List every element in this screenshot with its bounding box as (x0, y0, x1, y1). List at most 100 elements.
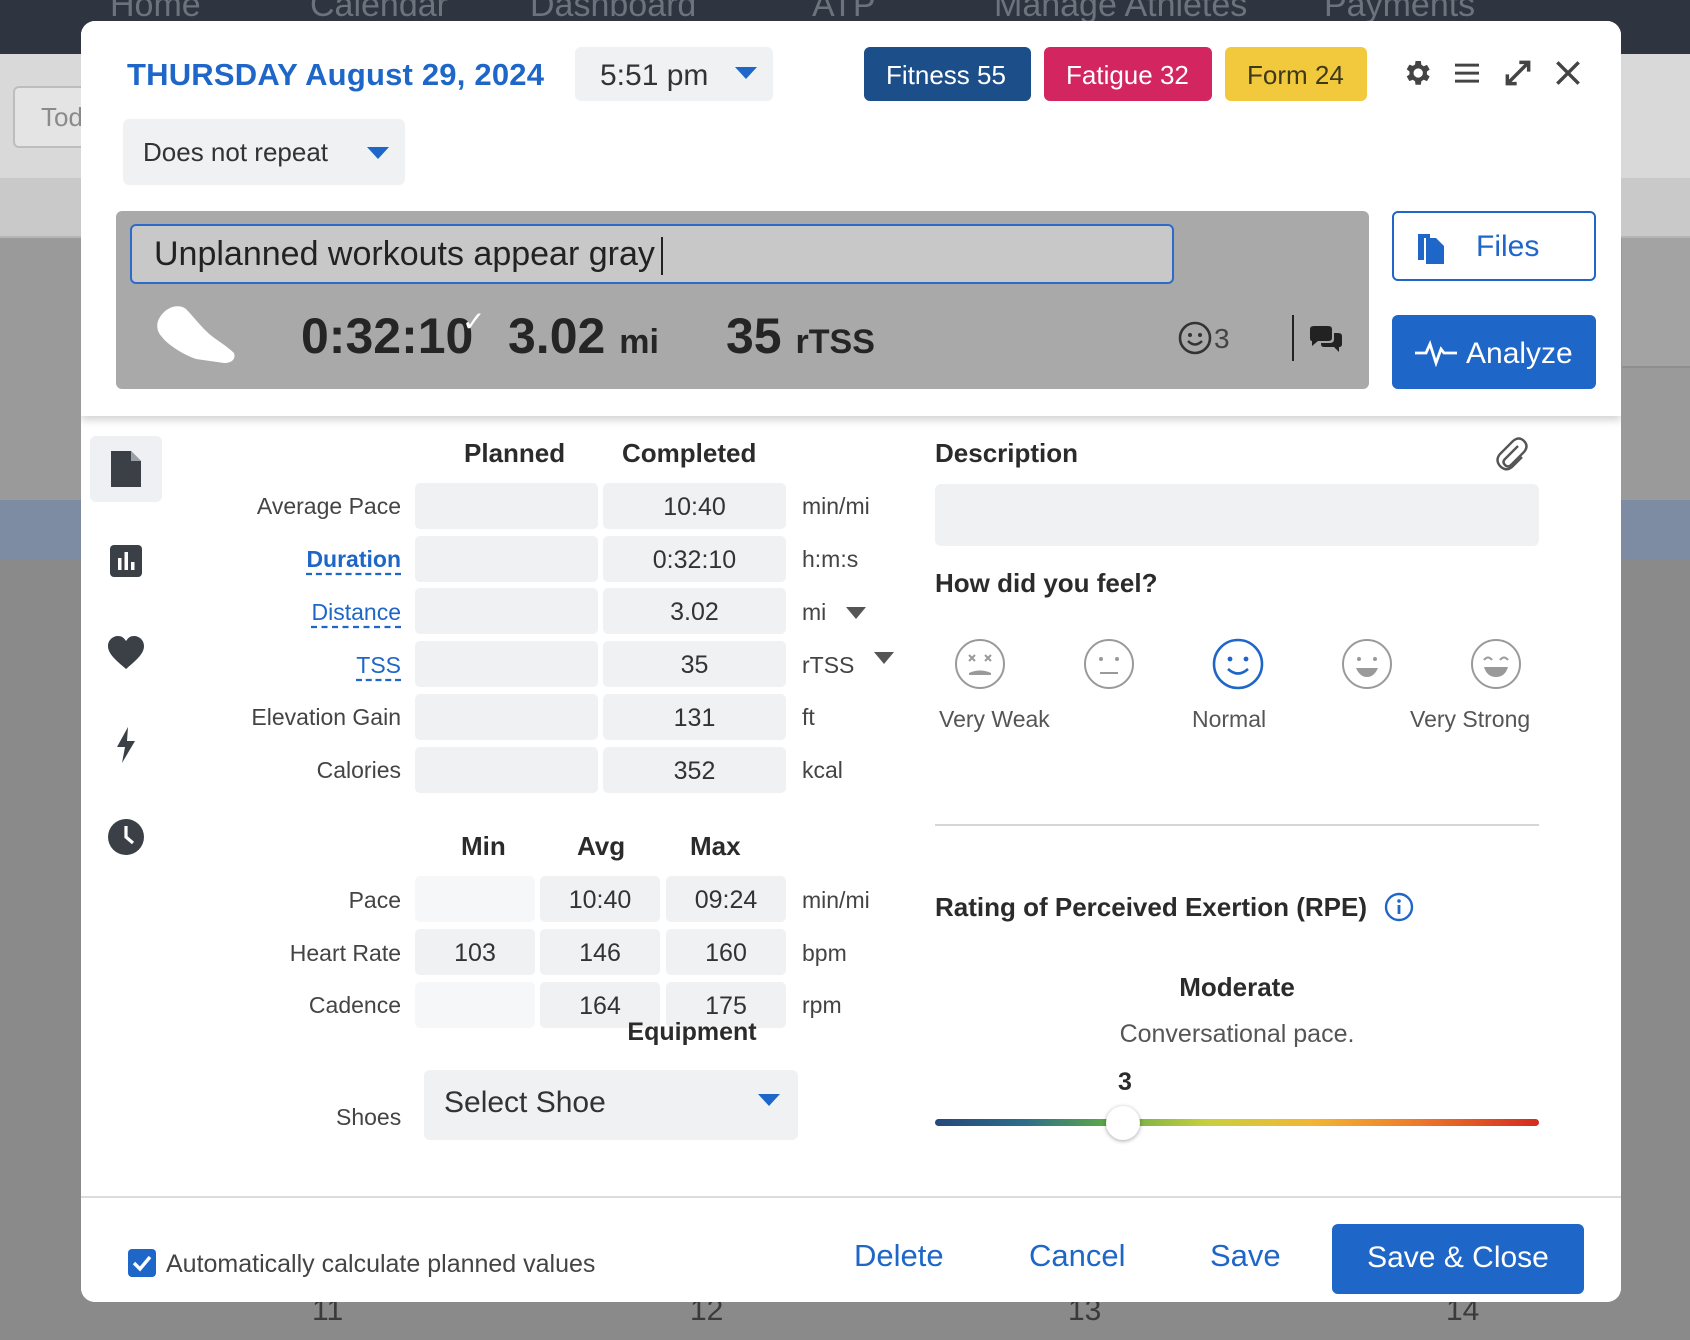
max-heart-rate[interactable]: 160 (666, 929, 786, 975)
very-strong-face-icon[interactable] (1470, 638, 1522, 695)
max-pace[interactable]: 09:24 (666, 876, 786, 922)
section-divider (935, 824, 1539, 826)
repeat-value: Does not repeat (143, 137, 329, 167)
power-tab[interactable] (90, 712, 162, 778)
elevation-gain-label: Elevation Gain (251, 704, 401, 730)
files-button[interactable]: Files (1392, 211, 1596, 281)
average-pace-label: Average Pace (256, 493, 401, 519)
tss-value: 35 (726, 308, 782, 364)
expand-icon[interactable] (1501, 57, 1535, 91)
auto-calculate-label[interactable]: Automatically calculate planned values (166, 1250, 595, 1279)
cancel-button[interactable]: Cancel (1029, 1238, 1126, 1274)
calories-unit: kcal (802, 757, 843, 783)
avg-pace[interactable]: 10:40 (540, 876, 660, 922)
rpe-title: Rating of Perceived Exertion (RPE) (935, 892, 1367, 922)
very-strong-label: Very Strong (1410, 706, 1531, 732)
running-shoe-icon[interactable] (154, 301, 238, 372)
planned-elevation-gain[interactable] (415, 694, 598, 740)
clock-icon (108, 819, 144, 855)
workout-summary: Unplanned workouts appear gray 0:32:10 ✓… (116, 211, 1369, 389)
max-header: Max (690, 831, 741, 861)
planned-calories[interactable] (415, 747, 598, 793)
pace-unit: min/mi (802, 493, 870, 519)
workout-modal: THURSDAY August 29, 2024 5:51 pm Does no… (81, 21, 1621, 1302)
bar-chart-icon (110, 545, 142, 577)
distance-label[interactable]: Distance (161, 599, 401, 626)
repeat-select[interactable]: Does not repeat (123, 119, 405, 185)
document-icon (111, 451, 141, 487)
auto-calculate-checkbox[interactable] (128, 1249, 156, 1277)
checkmark-icon (132, 1255, 152, 1272)
history-tab[interactable] (90, 804, 162, 870)
completed-average-pace[interactable]: 10:40 (603, 483, 786, 529)
fatigue-badge[interactable]: Fatigue 32 (1044, 47, 1212, 101)
text-cursor (660, 237, 663, 276)
very-weak-face-icon[interactable] (954, 638, 1006, 695)
shoe-select-value: Select Shoe (444, 1086, 606, 1119)
duration-unit: h:m:s (802, 546, 859, 572)
heart-rate-unit: bpm (802, 940, 847, 966)
gear-icon[interactable] (1400, 57, 1434, 91)
completed-tss[interactable]: 35 (603, 641, 786, 687)
planned-header: Planned (464, 438, 566, 468)
modal-body: Planned Completed Average Pace 10:40 min… (81, 416, 1621, 1196)
planned-tss[interactable] (415, 641, 598, 687)
cadence-unit: rpm (802, 992, 842, 1018)
rpe-value: 3 (1118, 1068, 1132, 1096)
weak-face-icon[interactable] (1083, 638, 1135, 695)
avg-heart-rate[interactable]: 146 (540, 929, 660, 975)
tss-label[interactable]: TSS (161, 652, 401, 679)
time-select[interactable]: 5:51 pm (575, 47, 773, 101)
completed-duration[interactable]: 0:32:10 (603, 536, 786, 582)
tss-unit: rTSS (802, 652, 855, 678)
min-cadence[interactable] (415, 982, 535, 1028)
analyze-button[interactable]: Analyze (1392, 315, 1596, 389)
workout-title-input[interactable]: Unplanned workouts appear gray (130, 224, 1174, 284)
calendar-cell (1622, 238, 1690, 368)
distance-value: 3.02 (508, 308, 606, 364)
rpe-slider-thumb[interactable] (1106, 1106, 1140, 1140)
delete-button[interactable]: Delete (854, 1238, 944, 1274)
form-badge[interactable]: Form 24 (1225, 47, 1367, 101)
summary-tab[interactable] (90, 436, 162, 502)
rpe-slider-track[interactable] (935, 1119, 1539, 1126)
date: August 29, 2024 (305, 57, 545, 92)
charts-tab[interactable] (90, 528, 162, 594)
min-heart-rate[interactable]: 103 (415, 929, 535, 975)
completed-distance[interactable]: 3.02 (603, 588, 786, 634)
distance-unit-dropdown-icon[interactable] (846, 607, 866, 619)
planned-distance[interactable] (415, 588, 598, 634)
pulse-icon (1414, 339, 1458, 375)
time-value: 5:51 pm (600, 59, 709, 92)
smiley-icon[interactable] (1178, 321, 1212, 360)
description-input[interactable] (935, 484, 1539, 546)
planned-duration[interactable] (415, 536, 598, 582)
chevron-down-icon (758, 1094, 780, 1106)
close-icon[interactable] (1551, 57, 1585, 91)
rpe-description: Conversational pace. (1119, 1020, 1355, 1048)
info-icon[interactable] (1384, 892, 1414, 927)
planned-average-pace[interactable] (415, 483, 598, 529)
save-button[interactable]: Save (1210, 1238, 1281, 1274)
comments-icon[interactable] (1308, 325, 1344, 360)
health-tab[interactable] (90, 620, 162, 686)
save-and-close-button[interactable]: Save & Close (1332, 1224, 1584, 1294)
modal-footer: Automatically calculate planned values D… (81, 1196, 1621, 1302)
files-label: Files (1476, 230, 1540, 263)
min-pace[interactable] (415, 876, 535, 922)
workout-tss: 35 rTSS (726, 307, 875, 365)
completed-elevation-gain[interactable]: 131 (603, 694, 786, 740)
menu-icon[interactable] (1450, 57, 1484, 91)
normal-face-icon[interactable] (1212, 638, 1264, 695)
fitness-badge[interactable]: Fitness 55 (864, 47, 1031, 101)
equipment-title: Equipment (627, 1018, 757, 1046)
pace-range-unit: min/mi (802, 887, 870, 913)
completed-header: Completed (622, 438, 757, 468)
tss-unit-dropdown-icon[interactable] (874, 652, 894, 664)
workout-title: Unplanned workouts appear gray (154, 235, 655, 273)
shoe-select[interactable]: Select Shoe (424, 1070, 798, 1140)
strong-face-icon[interactable] (1341, 638, 1393, 695)
completed-calories[interactable]: 352 (603, 747, 786, 793)
duration-label[interactable]: Duration (161, 546, 401, 573)
paperclip-icon[interactable] (1494, 436, 1528, 479)
